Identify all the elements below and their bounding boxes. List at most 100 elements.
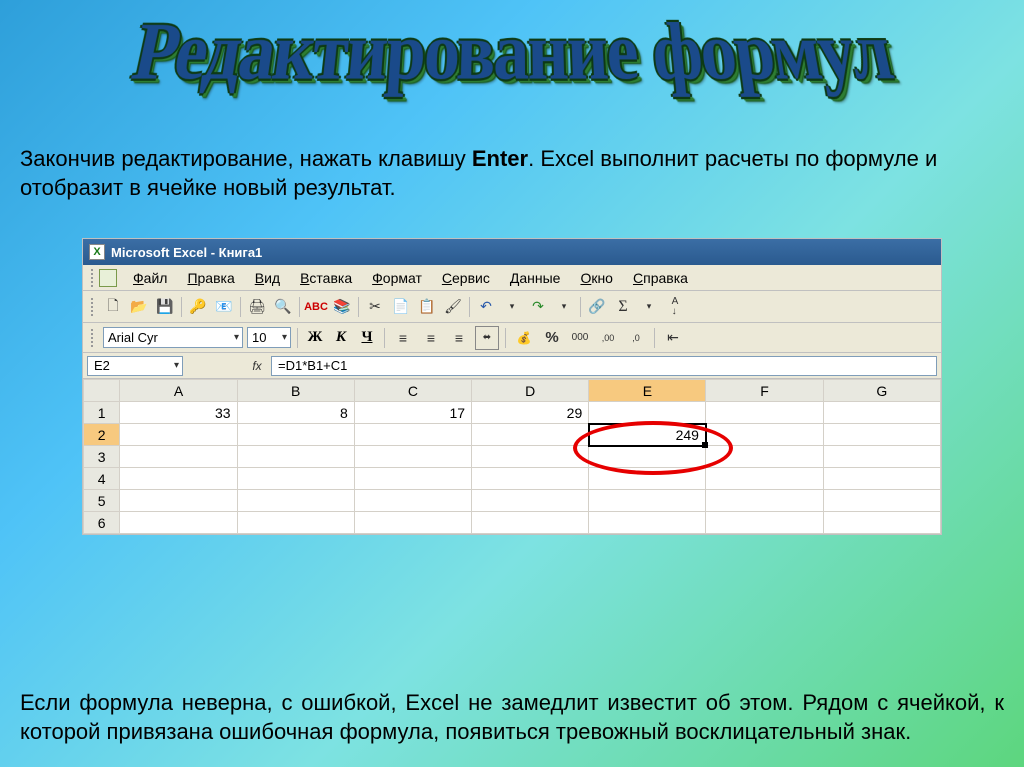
copy-icon[interactable]: 📄 (389, 295, 413, 319)
undo-drop-icon[interactable]: ▾ (500, 295, 524, 319)
name-box[interactable]: E2 (87, 356, 183, 376)
font-size-combo[interactable]: 10 (247, 327, 291, 348)
cell[interactable] (237, 468, 354, 490)
increase-decimal-icon[interactable]: ,00 (596, 326, 620, 350)
row-header-3[interactable]: 3 (84, 446, 120, 468)
preview-icon[interactable]: 🔍 (271, 295, 295, 319)
cell[interactable] (706, 468, 823, 490)
cell-a1[interactable]: 33 (120, 402, 237, 424)
font-name-combo[interactable]: Arial Cyr (103, 327, 243, 348)
align-left-icon[interactable]: ≡ (391, 326, 415, 350)
row-header-6[interactable]: 6 (84, 512, 120, 534)
col-header-a[interactable]: A (120, 380, 237, 402)
cell[interactable] (589, 490, 706, 512)
row-header-2[interactable]: 2 (84, 424, 120, 446)
cell[interactable] (120, 490, 237, 512)
decrease-indent-icon[interactable]: ⇤ (661, 326, 685, 350)
col-header-b[interactable]: B (237, 380, 354, 402)
cell[interactable] (589, 512, 706, 534)
cell[interactable] (120, 512, 237, 534)
cell-c2[interactable] (354, 424, 471, 446)
cell-d1[interactable]: 29 (472, 402, 589, 424)
redo-drop-icon[interactable]: ▾ (552, 295, 576, 319)
cell[interactable] (706, 490, 823, 512)
autosum-icon[interactable]: Σ (611, 295, 635, 319)
cell[interactable] (354, 446, 471, 468)
menu-window[interactable]: Окно (570, 268, 623, 288)
cell-b1[interactable]: 8 (237, 402, 354, 424)
align-center-icon[interactable]: ≡ (419, 326, 443, 350)
formula-input[interactable]: =D1*B1+C1 (271, 356, 937, 376)
cell[interactable] (120, 446, 237, 468)
cell[interactable] (237, 512, 354, 534)
spellcheck-icon[interactable]: ABC (304, 295, 328, 319)
menu-view[interactable]: Вид (245, 268, 290, 288)
cell-a2[interactable] (120, 424, 237, 446)
menu-edit[interactable]: Правка (177, 268, 244, 288)
select-all-corner[interactable] (84, 380, 120, 402)
menu-data[interactable]: Данные (500, 268, 571, 288)
menu-file[interactable]: Файл (123, 268, 177, 288)
grip-icon[interactable] (91, 269, 95, 287)
cut-icon[interactable]: ✂ (363, 295, 387, 319)
cell-b2[interactable] (237, 424, 354, 446)
cell[interactable] (472, 490, 589, 512)
print-icon[interactable]: 🖨 (245, 295, 269, 319)
new-icon[interactable]: 🗋 (101, 295, 125, 319)
bold-button[interactable]: Ж (304, 328, 326, 348)
col-header-e[interactable]: E (589, 380, 706, 402)
align-right-icon[interactable]: ≡ (447, 326, 471, 350)
cell[interactable] (354, 512, 471, 534)
percent-icon[interactable]: % (540, 326, 564, 350)
underline-button[interactable]: Ч (356, 328, 378, 348)
grip-icon[interactable] (91, 329, 95, 347)
cell-c1[interactable]: 17 (354, 402, 471, 424)
workbook-icon[interactable] (99, 269, 117, 287)
menu-format[interactable]: Формат (362, 268, 432, 288)
format-painter-icon[interactable]: 🖌 (441, 295, 465, 319)
hyperlink-icon[interactable]: 🔗 (585, 295, 609, 319)
col-header-f[interactable]: F (706, 380, 823, 402)
redo-icon[interactable]: ↷ (526, 295, 550, 319)
cell[interactable] (472, 512, 589, 534)
cell-g1[interactable] (823, 402, 940, 424)
col-header-g[interactable]: G (823, 380, 940, 402)
cell-g2[interactable] (823, 424, 940, 446)
col-header-d[interactable]: D (472, 380, 589, 402)
cell[interactable] (823, 490, 940, 512)
cell-f2[interactable] (706, 424, 823, 446)
cell-e1[interactable] (589, 402, 706, 424)
cell[interactable] (706, 512, 823, 534)
fx-icon[interactable]: fx (247, 359, 267, 373)
cell[interactable] (823, 512, 940, 534)
cell[interactable] (472, 446, 589, 468)
menu-insert[interactable]: Вставка (290, 268, 362, 288)
cell-d2[interactable] (472, 424, 589, 446)
merge-icon[interactable]: ⬌ (475, 326, 499, 350)
menu-help[interactable]: Справка (623, 268, 698, 288)
cell[interactable] (120, 468, 237, 490)
autosum-drop-icon[interactable]: ▾ (637, 295, 661, 319)
sort-icon[interactable]: А↓ (663, 295, 687, 319)
research-icon[interactable]: 📚 (330, 295, 354, 319)
paste-icon[interactable]: 📋 (415, 295, 439, 319)
row-header-5[interactable]: 5 (84, 490, 120, 512)
open-icon[interactable]: 📂 (127, 295, 151, 319)
row-header-1[interactable]: 1 (84, 402, 120, 424)
cell[interactable] (589, 446, 706, 468)
save-icon[interactable]: 💾 (153, 295, 177, 319)
cell[interactable] (237, 446, 354, 468)
thousands-icon[interactable]: 000 (568, 326, 592, 350)
italic-button[interactable]: К (330, 328, 352, 348)
cell[interactable] (589, 468, 706, 490)
spreadsheet-grid[interactable]: A B C D E F G 1 33 8 17 29 2 (83, 379, 941, 534)
cell-f1[interactable] (706, 402, 823, 424)
cell-e2[interactable]: 249 (589, 424, 706, 446)
col-header-c[interactable]: C (354, 380, 471, 402)
mail-icon[interactable]: 📧 (212, 295, 236, 319)
currency-icon[interactable]: 💰 (512, 326, 536, 350)
permission-icon[interactable]: 🔑 (186, 295, 210, 319)
cell[interactable] (354, 468, 471, 490)
cell[interactable] (354, 490, 471, 512)
cell[interactable] (823, 468, 940, 490)
